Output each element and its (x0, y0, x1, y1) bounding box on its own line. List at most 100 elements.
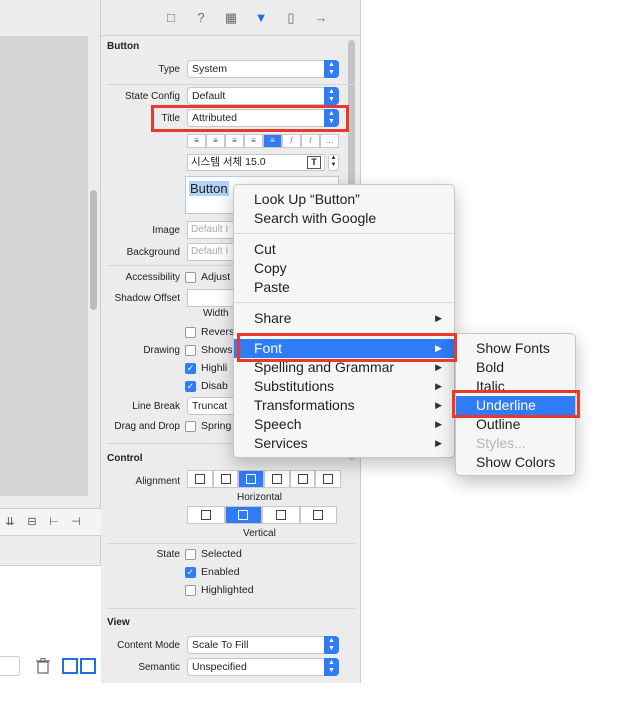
shows-touch-checkbox[interactable] (185, 345, 196, 356)
resolve-icon[interactable]: ⊣ (68, 515, 84, 529)
h-right-button[interactable] (264, 470, 290, 488)
title-highlight-box (151, 105, 349, 132)
vertical-label: Vertical (243, 528, 276, 539)
accessibility-check-label: Adjust (201, 271, 231, 283)
h-fill-button[interactable] (289, 470, 316, 488)
vertical-alignment-control (187, 506, 337, 524)
divider (107, 84, 355, 85)
align-center-button[interactable]: ≡ (206, 134, 225, 148)
v-center-button[interactable] (224, 506, 262, 524)
help-icon[interactable]: ? (193, 10, 209, 26)
line-break-label: Line Break (132, 401, 180, 412)
attributes-icon[interactable]: ▼ (253, 10, 269, 26)
section-button: Button (107, 41, 140, 52)
section-control: Control (107, 453, 143, 464)
submenu-arrow-icon: ▶ (435, 400, 442, 410)
v-bottom-button[interactable] (262, 506, 300, 524)
submenu-show-colors[interactable]: Show Colors (456, 453, 575, 472)
identity-icon[interactable]: ▦ (223, 10, 239, 26)
font-field[interactable]: 시스템 서체 15.0 (187, 154, 325, 171)
type-popup[interactable]: System ▲ ▼ (187, 60, 339, 78)
pin-icon[interactable]: ⊢ (46, 515, 62, 529)
enabled-label: Enabled (201, 566, 240, 578)
popup-arrows-icon: ▲ ▼ (324, 87, 339, 105)
menu-services[interactable]: Services ▶ (234, 434, 454, 453)
menu-separator (234, 233, 454, 234)
xcode-window: ⇊ ⊟ ⊢ ⊣ □ ? ▦ ▼ ▯ → Button Type System ▲ ▼… (0, 0, 637, 718)
menu-share[interactable]: Share ▶ (234, 309, 454, 328)
h-center-button[interactable] (238, 470, 265, 488)
file-icon[interactable]: □ (163, 10, 179, 26)
font-highlight-box (237, 333, 457, 362)
trash-icon[interactable] (36, 658, 50, 674)
highlighted-state-checkbox[interactable] (185, 585, 196, 596)
alignment-label: Alignment (135, 476, 180, 487)
drawing-label: Drawing (143, 345, 180, 356)
submenu-arrow-icon: ▶ (435, 419, 442, 429)
horizontal-label: Horizontal (237, 492, 283, 503)
size-icon[interactable]: ▯ (283, 10, 299, 26)
align-icon[interactable]: ⊟ (24, 515, 40, 529)
spring-loaded-checkbox[interactable] (185, 421, 196, 432)
semantic-popup[interactable]: Unspecified ▲ ▼ (187, 658, 339, 676)
embed-in-icon[interactable]: ⇊ (2, 515, 18, 529)
menu-substitutions-label: Substitutions (254, 378, 335, 394)
shows-touch-label: Shows (201, 344, 233, 356)
submenu-show-fonts[interactable]: Show Fonts (456, 339, 575, 358)
width-label: Width (203, 308, 229, 319)
menu-copy[interactable]: Copy (234, 259, 454, 278)
font-size-stepper[interactable]: ▲ ▼ (328, 154, 339, 171)
canvas-pane: ⇊ ⊟ ⊢ ⊣ (0, 0, 101, 683)
semantic-value: Unspecified (192, 661, 247, 673)
bg-color-button[interactable]: / (301, 134, 320, 148)
selected-checkbox[interactable] (185, 549, 196, 560)
align-natural-button[interactable]: ≡ (263, 134, 282, 148)
state-config-popup[interactable]: Default ▲ ▼ (187, 87, 339, 105)
storyboard-canvas[interactable] (0, 36, 88, 496)
layout-right-icon[interactable] (80, 658, 96, 674)
popup-arrows-icon: ▲ ▼ (324, 658, 339, 676)
align-left-button[interactable]: ≡ (187, 134, 206, 148)
content-mode-popup[interactable]: Scale To Fill ▲ ▼ (187, 636, 339, 654)
layout-left-icon[interactable] (62, 658, 78, 674)
connections-icon[interactable]: → (313, 10, 329, 26)
h-left-button[interactable] (187, 470, 213, 488)
accessibility-checkbox[interactable] (185, 272, 196, 283)
h-leading-button[interactable] (315, 470, 342, 488)
context-menu: Look Up “Button” Search with Google Cut … (233, 184, 455, 458)
menu-substitutions[interactable]: Substitutions ▶ (234, 377, 454, 396)
line-break-value: Truncat (192, 400, 228, 412)
menu-search-google[interactable]: Search with Google (234, 209, 454, 228)
reverses-label: Revers (201, 326, 235, 338)
menu-look-up[interactable]: Look Up “Button” (234, 190, 454, 209)
canvas-scrollbar[interactable] (90, 190, 97, 310)
font-picker-icon[interactable]: T (307, 156, 321, 169)
submenu-bold[interactable]: Bold (456, 358, 575, 377)
align-justify-button[interactable]: ≡ (244, 134, 263, 148)
menu-cut[interactable]: Cut (234, 240, 454, 259)
title-text[interactable]: Button (189, 181, 229, 196)
inspector-tabs: □ ? ▦ ▼ ▯ → (101, 0, 361, 36)
v-fill-button[interactable] (299, 506, 337, 524)
h-center-left-button[interactable] (212, 470, 239, 488)
menu-share-label: Share (254, 310, 292, 326)
reverses-checkbox[interactable] (185, 327, 196, 338)
disabled-adjusts-label: Disab (201, 380, 228, 392)
menu-transformations[interactable]: Transformations ▶ (234, 396, 454, 415)
text-color-button[interactable]: / (282, 134, 301, 148)
menu-speech[interactable]: Speech ▶ (234, 415, 454, 434)
menu-services-label: Services (254, 435, 308, 451)
drag-drop-label: Drag and Drop (114, 421, 180, 432)
more-button[interactable]: … (320, 134, 339, 148)
highlighted-adjusts-checkbox[interactable]: ✓ (185, 363, 196, 374)
disabled-adjusts-checkbox[interactable]: ✓ (185, 381, 196, 392)
v-top-button[interactable] (187, 506, 225, 524)
enabled-checkbox[interactable]: ✓ (185, 567, 196, 578)
menu-paste[interactable]: Paste (234, 278, 454, 297)
align-right-button[interactable]: ≡ (225, 134, 244, 148)
underline-highlight-box (452, 390, 580, 418)
section-view: View (107, 617, 130, 628)
background-label: Background (126, 247, 180, 258)
popup-arrows-icon: ▲ ▼ (324, 636, 339, 654)
highlighted-state-label: Highlighted (201, 584, 254, 596)
